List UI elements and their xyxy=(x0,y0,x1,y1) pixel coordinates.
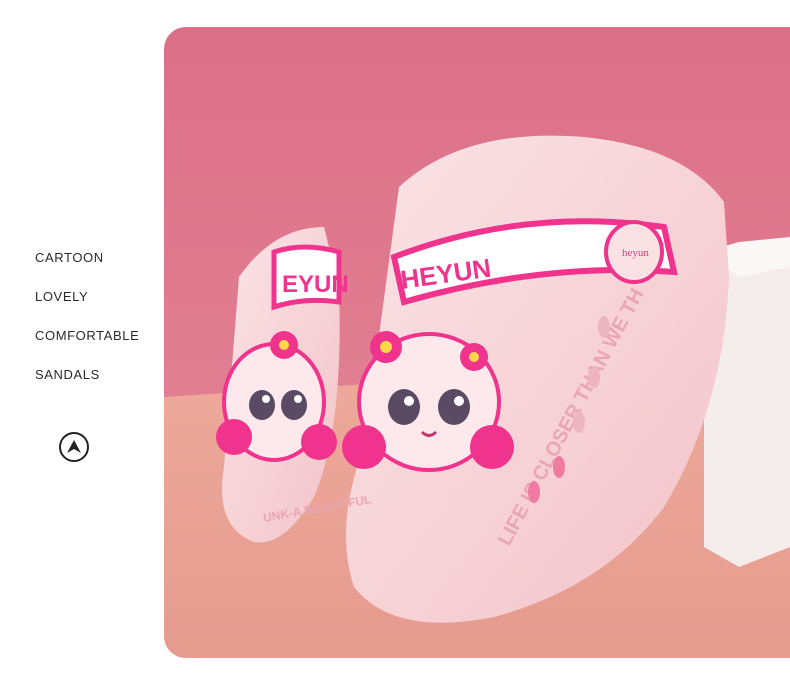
up-arrow-circle-icon xyxy=(59,432,89,462)
product-photo: heyun HEYUN LIFE IS CLOSER THAN WE TH EY… xyxy=(164,27,790,658)
feature-list: CARTOON LOVELY COMFORTABLE SANDALS xyxy=(35,250,139,382)
feature-lovely: LOVELY xyxy=(35,289,89,304)
feature-comfortable: COMFORTABLE xyxy=(35,328,140,343)
feature-sandals: SANDALS xyxy=(35,367,100,382)
feature-cartoon: CARTOON xyxy=(35,250,104,265)
strap-button-text: heyun xyxy=(622,247,649,259)
strap-text-left: EYUN xyxy=(282,271,349,298)
